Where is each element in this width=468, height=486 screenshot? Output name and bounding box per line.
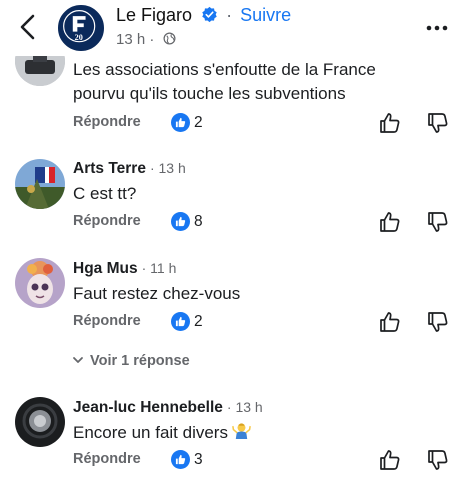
comment-author-row: Hga Mus · 11 h [73, 260, 176, 278]
comment-author[interactable]: Arts Terre [73, 160, 146, 177]
comment-author[interactable]: Hga Mus [73, 260, 138, 277]
like-icon[interactable] [379, 112, 401, 134]
thumbs-up-icon [175, 216, 186, 227]
follow-button[interactable]: Suivre [240, 5, 291, 25]
reply-button[interactable]: Répondre [73, 451, 141, 467]
avatar-image [15, 258, 65, 308]
comment-author-row: Arts Terre · 13 h [73, 160, 186, 178]
comment-text-line: Encore un fait divers [73, 423, 228, 442]
like-count[interactable]: 3 [194, 451, 203, 469]
comment-text: Les associations s'enfoutte de la France… [73, 58, 376, 106]
le-figaro-logo: 20 [60, 7, 99, 46]
like-icon[interactable] [379, 211, 401, 233]
like-count[interactable]: 2 [194, 313, 203, 331]
dislike-icon[interactable] [427, 211, 449, 233]
more-horizontal-icon[interactable] [425, 18, 449, 38]
thumbs-up-icon [175, 454, 186, 465]
dislike-icon[interactable] [427, 311, 449, 333]
comment-time: · 11 h [141, 260, 177, 276]
comment-text-line: Les associations s'enfoutte de la France [73, 60, 376, 79]
comment-text-line: Faut restez chez-vous [73, 284, 241, 303]
separator-dot: · [226, 5, 233, 25]
like-reaction-badge[interactable] [171, 212, 190, 231]
page-name-row: Le Figaro · Suivre [116, 5, 291, 26]
like-reaction-badge[interactable] [171, 450, 190, 469]
like-count[interactable]: 2 [194, 114, 203, 132]
chevron-left-icon [20, 14, 35, 40]
thumbs-up-icon [175, 117, 186, 128]
like-count[interactable]: 8 [194, 213, 203, 231]
view-replies-button[interactable]: Voir 1 réponse [72, 353, 190, 369]
reply-button[interactable]: Répondre [73, 313, 141, 329]
comment-text: C est tt? [73, 182, 136, 206]
person-shrugging-emoji [232, 423, 251, 440]
commenter-avatar[interactable] [15, 397, 65, 447]
post-header: 20 Le Figaro · Suivre 13 h · [0, 0, 468, 56]
comment-text: Faut restez chez-vous [73, 282, 240, 306]
like-reaction-badge[interactable] [171, 312, 190, 331]
globe-icon [163, 32, 176, 45]
page-avatar[interactable]: 20 [58, 5, 104, 51]
like-reaction-badge[interactable] [171, 113, 190, 132]
back-button[interactable] [14, 12, 42, 42]
avatar-image [15, 159, 65, 209]
commenter-avatar[interactable] [15, 258, 65, 308]
avatar-text: 20 [75, 33, 83, 42]
like-icon[interactable] [379, 311, 401, 333]
like-icon[interactable] [379, 449, 401, 471]
chevron-down-icon [73, 357, 83, 363]
reply-button[interactable]: Répondre [73, 114, 141, 130]
view-replies-label: Voir 1 réponse [90, 353, 190, 369]
commenter-avatar[interactable] [15, 159, 65, 209]
page-name[interactable]: Le Figaro [116, 5, 192, 25]
reply-button[interactable]: Répondre [73, 213, 141, 229]
comment-text-line: C est tt? [73, 184, 137, 203]
comment-text-line: pourvu qu'ils touche les subventions [73, 84, 346, 103]
post-timestamp[interactable]: 13 h [116, 31, 145, 48]
post-meta: 13 h · [116, 31, 176, 48]
comment-time: · 13 h [149, 160, 186, 176]
comment-text: Encore un fait divers [73, 421, 251, 445]
comment-author-row: Jean-luc Hennebelle · 13 h [73, 399, 263, 417]
verified-badge-icon [202, 6, 217, 23]
comment-author[interactable]: Jean-luc Hennebelle [73, 399, 223, 416]
dislike-icon[interactable] [427, 449, 449, 471]
dislike-icon[interactable] [427, 112, 449, 134]
comment-time: · 13 h [226, 399, 263, 415]
thumbs-up-icon [175, 316, 186, 327]
separator-dot: · [149, 31, 155, 48]
avatar-image [15, 397, 65, 447]
